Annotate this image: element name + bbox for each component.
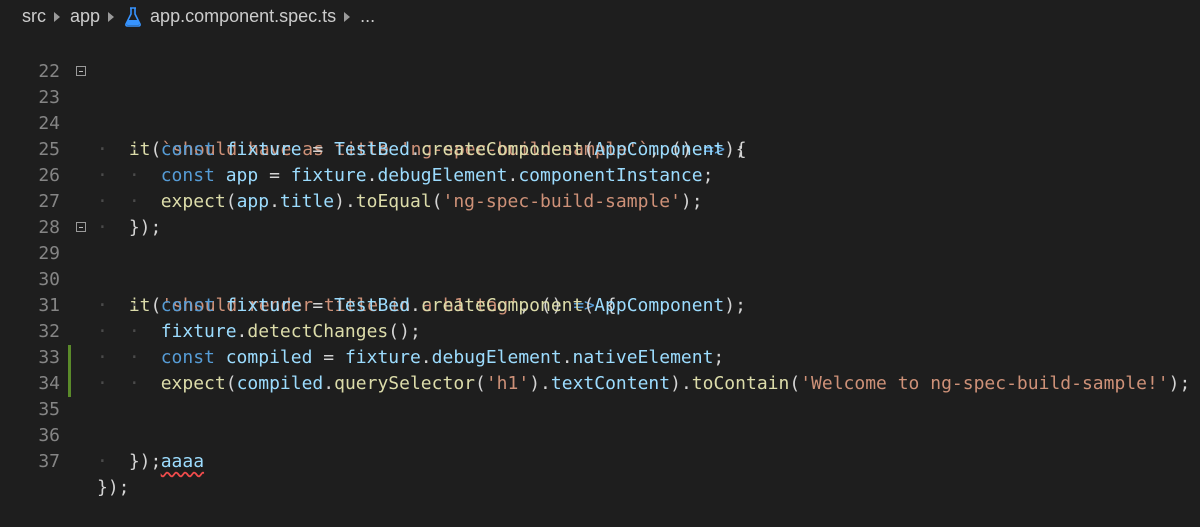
breadcrumb-item-file[interactable]: app.component.spec.ts: [150, 6, 336, 27]
chevron-right-icon: [108, 11, 115, 22]
code-line: 29 · it('should render title in a h1 tag'…: [0, 215, 1200, 316]
code-line: 33 · · expect(compiled.querySelector('h1')…: [0, 319, 1200, 394]
code-line: 24 · · const fixture = TestBed.createCompo…: [0, 85, 1200, 160]
error-token[interactable]: aaaa: [161, 451, 204, 472]
breadcrumb-item-more[interactable]: ...: [360, 6, 375, 27]
code-line: 32 · · const compiled = fixture.debugEleme…: [0, 293, 1200, 368]
chevron-right-icon: [344, 11, 351, 22]
fold-toggle-icon[interactable]: [76, 222, 86, 232]
fold-toggle-icon[interactable]: [76, 66, 86, 76]
code-line: 35 · · aaaa: [0, 371, 1200, 472]
line-number: 37: [38, 451, 60, 472]
code-line: 34: [0, 345, 1200, 394]
breadcrumb-item-app[interactable]: app: [70, 6, 100, 27]
modified-line-indicator[interactable]: [68, 345, 71, 371]
code-line: 31 · · fixture.detectChanges();: [0, 267, 1200, 342]
chevron-right-icon: [54, 11, 60, 22]
breadcrumb-item-src[interactable]: src: [22, 6, 46, 27]
code-line: 26 · · expect(app.title).toEqual('ng-spec-…: [0, 137, 1200, 212]
code-line: 30 · · const fixture = TestBed.createCompo…: [0, 241, 1200, 316]
code-line: 28: [0, 189, 1200, 238]
modified-line-indicator[interactable]: [68, 371, 71, 397]
code-line: 25 · · const app = fixture.debugElement.co…: [0, 111, 1200, 186]
code-line: 37 });: [0, 423, 1200, 498]
flask-icon: [125, 6, 141, 27]
code-line: 23 · it(`should have as title 'ng-spec-bu…: [0, 59, 1200, 160]
breadcrumb: src app app.component.spec.ts ...: [0, 0, 1200, 33]
code-line: 27 ·});: [0, 163, 1200, 238]
code-editor[interactable]: 22 23 · it(`should have as title 'ng-spec…: [0, 33, 1200, 498]
code-line: 36 ·});: [0, 397, 1200, 472]
code-line: 22: [0, 33, 1200, 82]
